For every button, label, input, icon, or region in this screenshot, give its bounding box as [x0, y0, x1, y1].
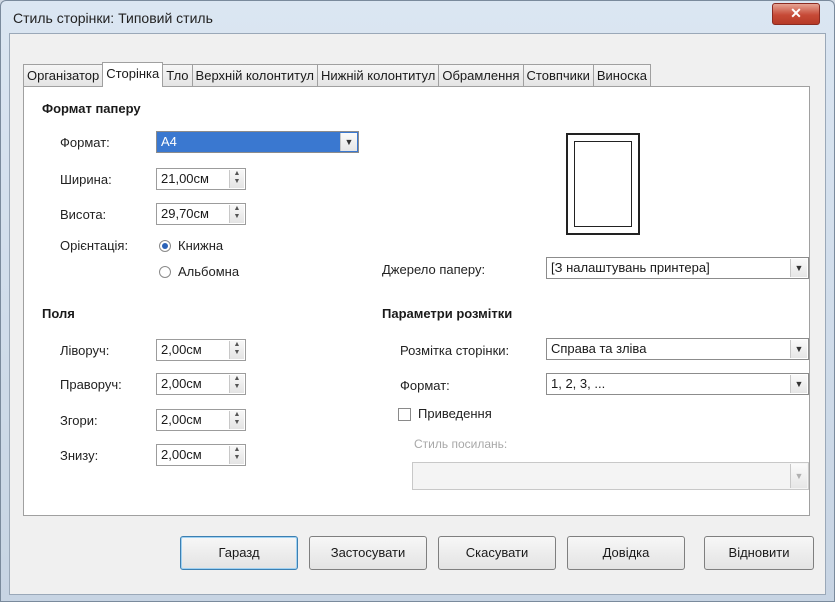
paper-source-value: [З налаштувань принтера]	[551, 260, 710, 275]
tab-panel-page	[23, 86, 810, 516]
orientation-landscape-radio[interactable]	[159, 266, 171, 278]
apply-button[interactable]: Застосувати	[309, 536, 427, 570]
spin-arrows-icon[interactable]: ▲ ▼	[229, 170, 244, 188]
margin-bottom-spinbox[interactable]: 2,00см ▲ ▼	[156, 444, 246, 466]
paper-format-value: A4	[161, 134, 177, 149]
numbering-format-label: Формат:	[400, 378, 450, 393]
close-icon: ✕	[790, 5, 802, 21]
tab-footer[interactable]: Нижній колонтитул	[317, 64, 440, 86]
margins-heading: Поля	[42, 306, 75, 321]
cancel-button[interactable]: Скасувати	[438, 536, 556, 570]
tab-background[interactable]: Тло	[162, 64, 193, 86]
close-button[interactable]: ✕	[772, 3, 820, 25]
margin-left-value: 2,00см	[161, 342, 202, 357]
page-layout-label: Розмітка сторінки:	[400, 343, 510, 358]
margin-bottom-value: 2,00см	[161, 447, 202, 462]
reference-style-label: Стиль посилань:	[414, 437, 508, 451]
spin-arrows-icon[interactable]: ▲ ▼	[229, 341, 244, 359]
reset-button[interactable]: Відновити	[704, 536, 814, 570]
spin-arrows-icon[interactable]: ▲ ▼	[229, 446, 244, 464]
spin-arrows-icon[interactable]: ▲ ▼	[229, 205, 244, 223]
tab-organizer[interactable]: Організатор	[23, 64, 104, 86]
spin-arrows-icon[interactable]: ▲ ▼	[229, 411, 244, 429]
numbering-format-select[interactable]: 1, 2, 3, ... ▼	[546, 373, 809, 395]
margin-top-spinbox[interactable]: 2,00см ▲ ▼	[156, 409, 246, 431]
width-spinbox[interactable]: 21,00см ▲ ▼	[156, 168, 246, 190]
layout-settings-heading: Параметри розмітки	[382, 306, 513, 321]
paper-format-heading: Формат паперу	[42, 101, 141, 116]
title-bar[interactable]: Стиль сторінки: Типовий стиль ✕	[1, 1, 834, 33]
tab-header[interactable]: Верхній колонтитул	[191, 64, 319, 86]
margin-right-spinbox[interactable]: 2,00см ▲ ▼	[156, 373, 246, 395]
margin-right-label: Праворуч:	[60, 377, 122, 392]
tab-bar: Організатор Сторінка Тло Верхній колонти…	[23, 62, 651, 87]
tab-page[interactable]: Сторінка	[102, 62, 164, 87]
width-label: Ширина:	[60, 172, 112, 187]
page-layout-select[interactable]: Справа та зліва ▼	[546, 338, 809, 360]
margin-bottom-label: Знизу:	[60, 448, 99, 463]
format-label: Формат:	[60, 135, 110, 150]
numbering-format-value: 1, 2, 3, ...	[551, 376, 606, 391]
margin-right-value: 2,00см	[161, 376, 202, 391]
paper-format-select[interactable]: A4 ▼	[156, 131, 359, 153]
margin-left-label: Ліворуч:	[60, 343, 110, 358]
height-value: 29,70см	[161, 206, 209, 221]
orientation-landscape-label[interactable]: Альбомна	[178, 264, 239, 279]
paper-source-select[interactable]: [З налаштувань принтера] ▼	[546, 257, 809, 279]
chevron-down-icon[interactable]: ▼	[340, 133, 357, 151]
ok-button[interactable]: Гаразд	[180, 536, 298, 570]
tab-footnote[interactable]: Виноска	[592, 64, 651, 86]
margin-left-spinbox[interactable]: 2,00см ▲ ▼	[156, 339, 246, 361]
chevron-down-icon[interactable]: ▼	[790, 375, 807, 393]
help-button[interactable]: Довідка	[567, 536, 685, 570]
margin-top-value: 2,00см	[161, 412, 202, 427]
chevron-down-icon[interactable]: ▼	[790, 259, 807, 277]
chevron-down-icon[interactable]: ▼	[790, 340, 807, 358]
reference-style-select: ▼	[412, 462, 809, 490]
orientation-portrait-label[interactable]: Книжна	[178, 238, 223, 253]
width-value: 21,00см	[161, 171, 209, 186]
spin-arrows-icon[interactable]: ▲ ▼	[229, 375, 244, 393]
paper-source-label: Джерело паперу:	[382, 262, 486, 277]
page-preview	[566, 133, 640, 235]
window-title: Стиль сторінки: Типовий стиль	[13, 10, 213, 26]
register-true-label[interactable]: Приведення	[418, 406, 492, 421]
tab-borders[interactable]: Обрамлення	[438, 64, 524, 86]
page-layout-value: Справа та зліва	[551, 341, 647, 356]
page-preview-margins	[574, 141, 632, 227]
chevron-down-icon: ▼	[790, 464, 807, 488]
height-spinbox[interactable]: 29,70см ▲ ▼	[156, 203, 246, 225]
height-label: Висота:	[60, 207, 107, 222]
tab-columns[interactable]: Стовпчики	[522, 64, 594, 86]
margin-top-label: Згори:	[60, 413, 98, 428]
register-true-checkbox[interactable]	[398, 408, 411, 421]
orientation-portrait-radio[interactable]	[159, 240, 171, 252]
orientation-label: Орієнтація:	[60, 238, 129, 253]
